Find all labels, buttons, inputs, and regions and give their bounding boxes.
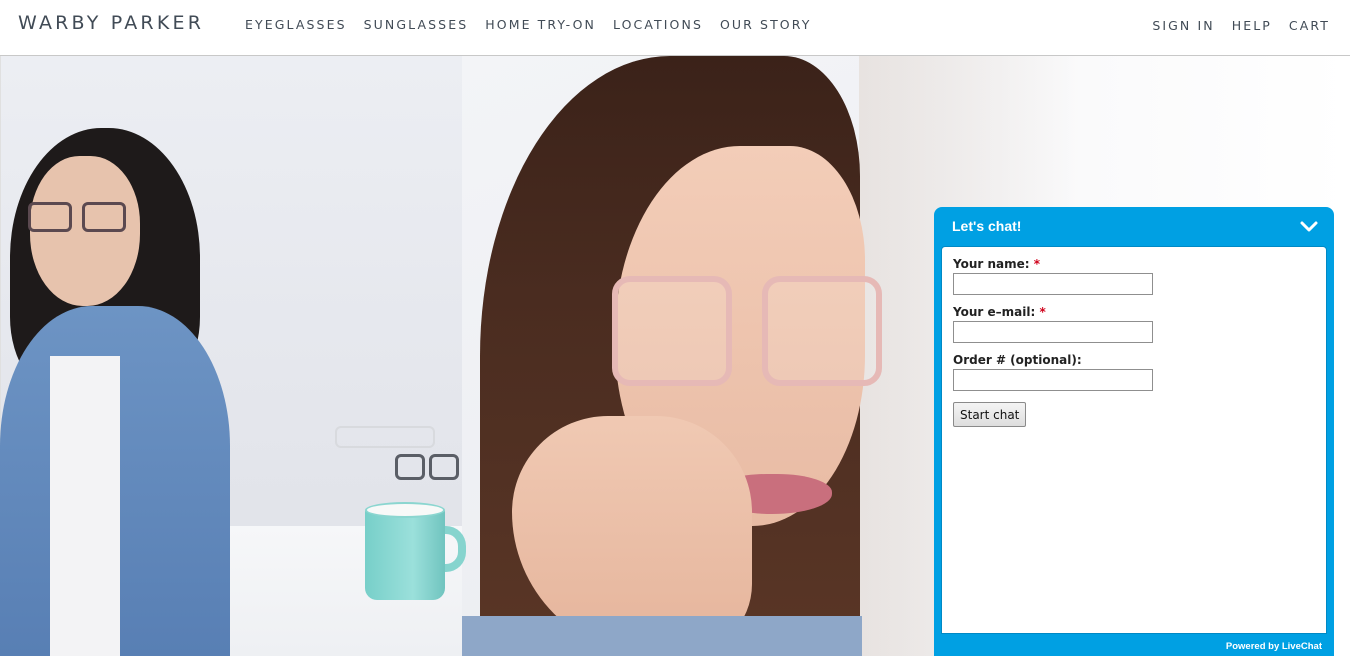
mug-rim (365, 502, 445, 518)
livechat-widget: Let's chat! Your name: * Your e–mail: * … (934, 207, 1334, 656)
table-glasses (395, 454, 463, 484)
order-label: Order # (optional): (953, 353, 1082, 367)
nav-locations[interactable]: LOCATIONS (613, 17, 703, 32)
site-header: WARBY PARKER EYEGLASSES SUNGLASSES HOME … (0, 0, 1350, 56)
email-label: Your e–mail: * (953, 305, 1046, 319)
center-model-shirt (462, 616, 862, 656)
order-number-input[interactable] (953, 369, 1153, 391)
email-input[interactable] (953, 321, 1153, 343)
chevron-down-icon[interactable] (1298, 217, 1320, 237)
required-marker: * (1033, 257, 1041, 271)
left-model-shirt (50, 356, 120, 656)
required-marker: * (1039, 305, 1046, 319)
center-model-glasses (612, 276, 882, 391)
name-input[interactable] (953, 273, 1153, 295)
site-logo[interactable]: WARBY PARKER (18, 12, 204, 34)
order-field-group: Order # (optional): (953, 353, 1153, 391)
nav-cart[interactable]: CART (1289, 18, 1330, 33)
nav-sunglasses[interactable]: SUNGLASSES (364, 17, 469, 32)
nav-help[interactable]: HELP (1232, 18, 1272, 33)
powered-by-livechat[interactable]: Powered by LiveChat (1226, 641, 1322, 652)
nav-home-try-on[interactable]: HOME TRY-ON (485, 17, 596, 32)
nav-our-story[interactable]: OUR STORY (720, 17, 811, 32)
nav-sign-in[interactable]: SIGN IN (1152, 18, 1214, 33)
start-chat-button[interactable]: Start chat (953, 402, 1027, 427)
chat-title: Let's chat! (952, 218, 1022, 234)
main-nav: EYEGLASSES SUNGLASSES HOME TRY-ON LOCATI… (245, 17, 828, 32)
name-field-group: Your name: * (953, 257, 1153, 295)
left-model-glasses (28, 202, 128, 232)
mug (365, 508, 445, 600)
email-field-group: Your e–mail: * (953, 305, 1153, 343)
chat-form: Your name: * Your e–mail: * Order # (opt… (941, 246, 1327, 634)
chat-header[interactable]: Let's chat! (934, 207, 1334, 246)
utility-nav: SIGN IN HELP CART (1135, 18, 1330, 33)
nav-eyeglasses[interactable]: EYEGLASSES (245, 17, 347, 32)
clear-frame-glasses (335, 426, 435, 448)
name-label: Your name: * (953, 257, 1041, 271)
